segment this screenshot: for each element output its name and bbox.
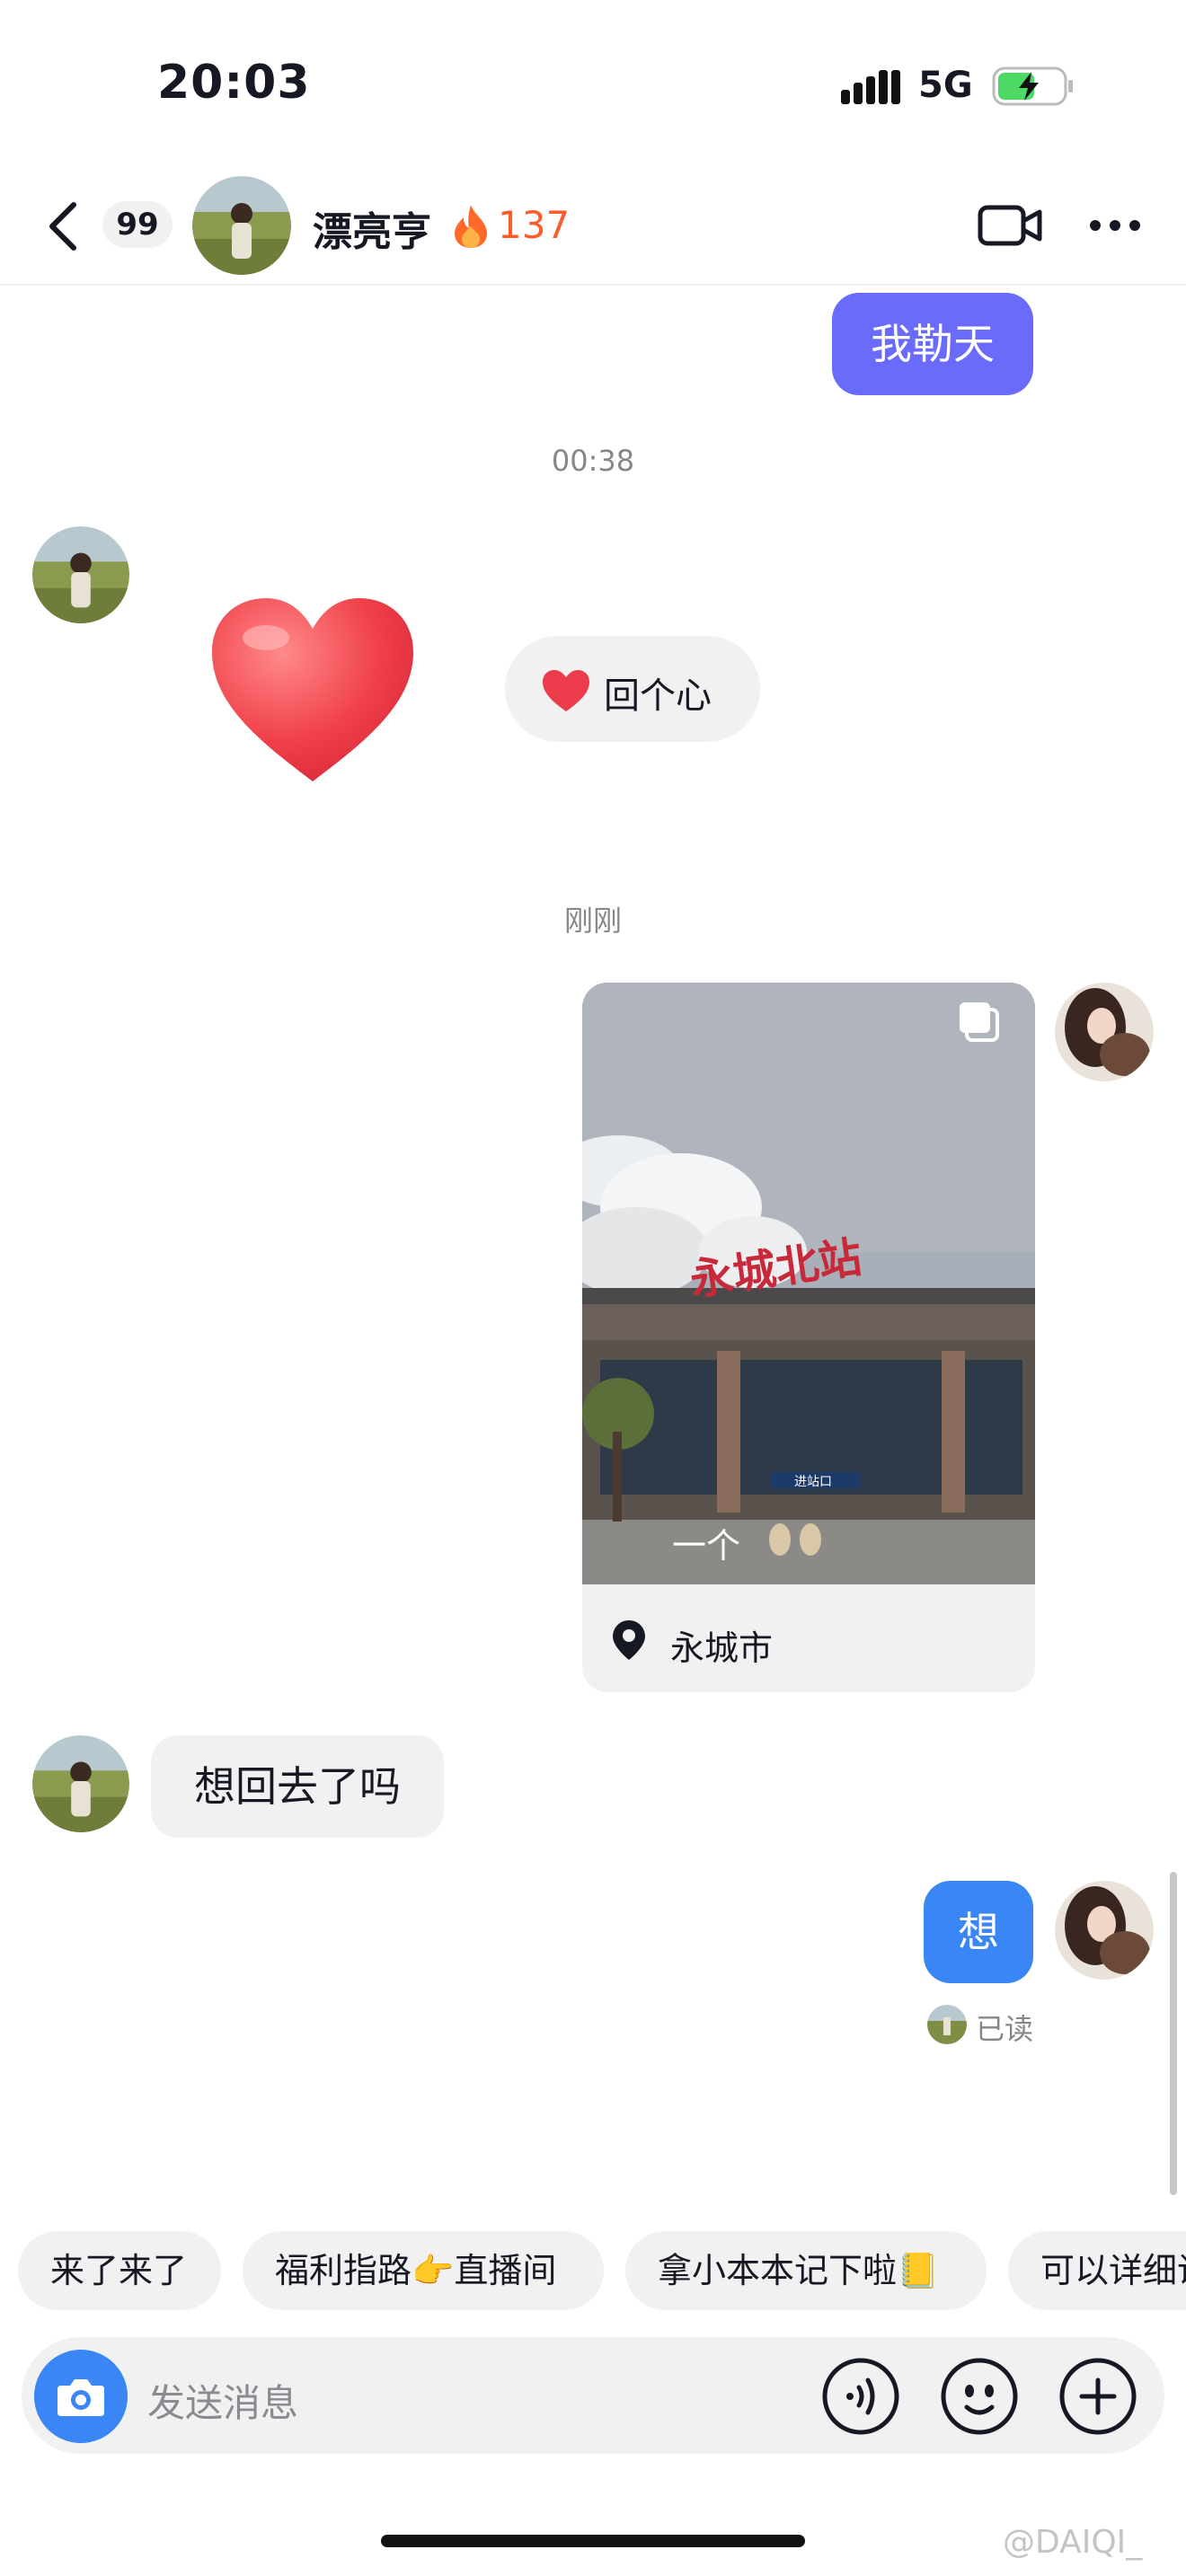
signal-icon — [841, 70, 900, 104]
card-location[interactable]: 永城市 — [670, 1620, 773, 1670]
heart-icon — [543, 670, 589, 711]
status-time: 20:03 — [157, 56, 311, 110]
header-divider — [0, 284, 1186, 286]
image-caption: 一个 — [672, 1526, 740, 1566]
message-bubble-sent[interactable]: 我勒天 — [832, 293, 1033, 395]
more-icon[interactable] — [1089, 219, 1141, 232]
quick-reply-chip[interactable]: 来了来了 — [18, 2231, 221, 2310]
emoji-icon[interactable] — [940, 2357, 1019, 2436]
home-indicator[interactable] — [381, 2535, 805, 2547]
voice-icon[interactable] — [821, 2357, 900, 2436]
back-icon[interactable] — [43, 199, 83, 253]
heart-reply-label: 回个心 — [604, 675, 712, 717]
unread-badge[interactable]: 99 — [102, 201, 173, 248]
quick-reply-chip[interactable]: 拿小本本记下啦📒 — [625, 2231, 987, 2310]
quick-reply-chip[interactable]: 可以详细说 — [1008, 2231, 1186, 2310]
battery-icon — [992, 66, 1073, 106]
station-image[interactable]: 进站口 永城北站 一个 — [582, 983, 1035, 1584]
camera-icon[interactable] — [34, 2350, 128, 2443]
timestamp: 00:38 — [551, 444, 635, 478]
streak-count: 137 — [498, 203, 571, 247]
contact-avatar[interactable] — [192, 176, 291, 275]
quick-reply-chip[interactable]: 福利指路👉直播间 — [243, 2231, 604, 2310]
message-input[interactable]: 发送消息 — [147, 2373, 298, 2428]
flame-icon — [455, 205, 487, 248]
location-pin-icon — [613, 1620, 645, 1660]
gate-sign: 进站口 — [794, 1475, 832, 1489]
watermark: @DAIQI_ — [1003, 2524, 1143, 2561]
contact-name[interactable]: 漂亮亨 — [313, 199, 431, 257]
plus-icon[interactable] — [1058, 2357, 1137, 2436]
scrollbar[interactable] — [1170, 1872, 1177, 2195]
heart-sticker[interactable] — [207, 593, 419, 787]
read-receipt-avatar — [927, 2005, 967, 2044]
message-bubble-sent[interactable]: 想 — [924, 1881, 1033, 1983]
network-type: 5G — [918, 65, 973, 106]
timestamp: 刚刚 — [563, 904, 622, 938]
my-avatar[interactable] — [1055, 983, 1154, 1081]
contact-avatar[interactable] — [32, 526, 129, 623]
image-card[interactable]: 进站口 永城北站 一个 — [582, 983, 1035, 1692]
contact-avatar[interactable] — [32, 1735, 129, 1832]
message-bubble-received[interactable]: 想回去了吗 — [151, 1735, 444, 1838]
video-call-icon[interactable] — [978, 205, 1042, 246]
my-avatar[interactable] — [1055, 1881, 1154, 1980]
read-status: 已读 — [976, 2012, 1034, 2046]
